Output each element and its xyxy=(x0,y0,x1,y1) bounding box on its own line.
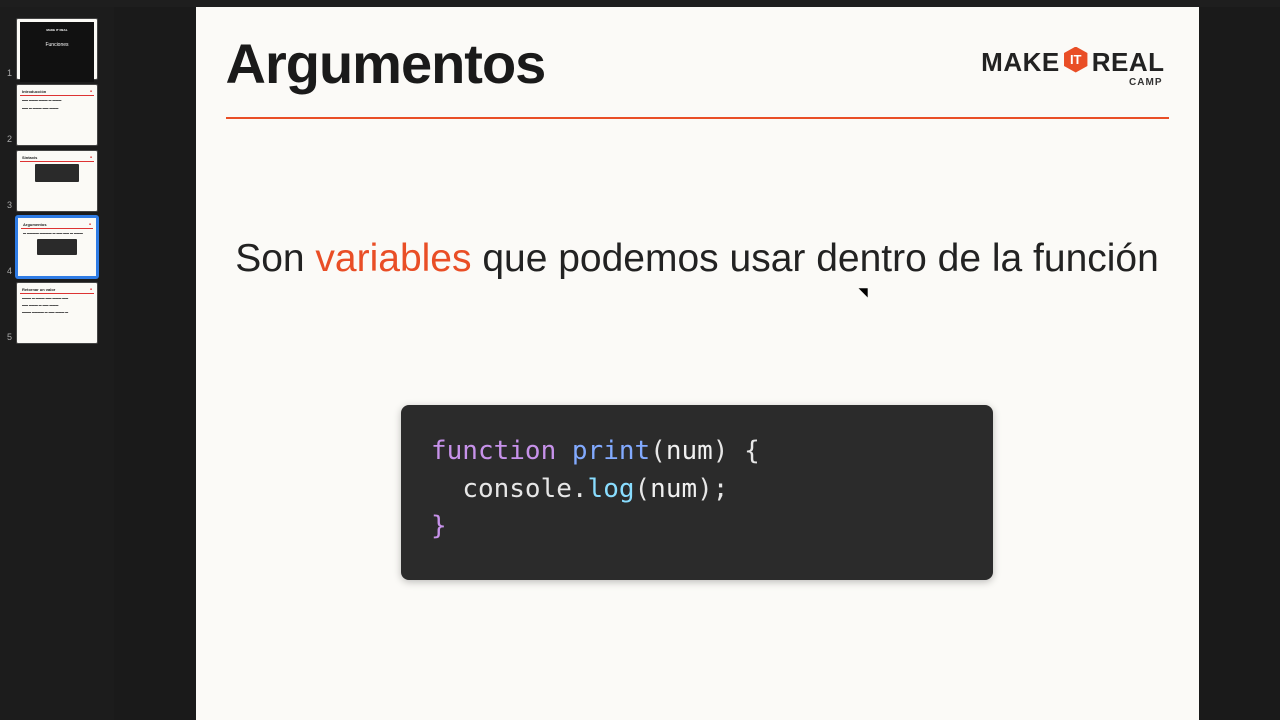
brand-logo: MAKE IT REAL CAMP xyxy=(981,47,1164,78)
mouse-cursor-icon: ◥ xyxy=(859,285,868,299)
current-slide[interactable]: Argumentos MAKE IT REAL CAMP Son variabl… xyxy=(196,7,1199,720)
slide-thumbnail-row[interactable]: 4 Argumentos■ ▬ ▬▬▬▬ ▬▬▬▬ ▬ ▬▬ ▬▬ ▬ ▬▬▬ xyxy=(0,215,114,279)
thumb-text: ▬▬ ▬▬▬ ▬▬▬ ▬ ▬▬▬ ▬▬ ▬ ▬▬▬ ▬▬ ▬▬▬ xyxy=(20,96,94,112)
code-block[interactable]: function print(num) { console.log(num); … xyxy=(401,405,993,580)
lead-post: que podemos usar dentro de la función xyxy=(472,237,1159,280)
slide-thumbnail-1[interactable]: MAKE IT REAL Funciones xyxy=(16,18,98,80)
slide-thumbnail-5[interactable]: Retornar un valor■ ▬▬▬ ▬ ▬▬▬ ▬▬ ▬▬▬ ▬▬ ▬… xyxy=(16,282,98,344)
slide-thumbnail-3[interactable]: Sintaxis■ xyxy=(16,150,98,212)
slide-thumbnail-4[interactable]: Argumentos■ ▬ ▬▬▬▬ ▬▬▬▬ ▬ ▬▬ ▬▬ ▬ ▬▬▬ xyxy=(16,216,98,278)
slide-thumbnail-2[interactable]: Introducción■ ▬▬ ▬▬▬ ▬▬▬ ▬ ▬▬▬ ▬▬ ▬ ▬▬▬ … xyxy=(16,84,98,146)
thumb-code-preview xyxy=(37,239,77,255)
slide-thumbnail-row[interactable]: 1 MAKE IT REAL Funciones xyxy=(0,17,114,81)
slide-number: 1 xyxy=(0,68,16,80)
slide-number: 4 xyxy=(0,266,16,278)
lead-text[interactable]: Son variables que podemos usar dentro de… xyxy=(196,237,1199,281)
brand-real: REAL xyxy=(1092,47,1165,78)
code-line-1: function print(num) { xyxy=(431,433,963,471)
slide-thumbnail-row[interactable]: 2 Introducción■ ▬▬ ▬▬▬ ▬▬▬ ▬ ▬▬▬ ▬▬ ▬ ▬▬… xyxy=(0,83,114,147)
brand-hex-icon: IT xyxy=(1063,47,1089,73)
brand-make: MAKE xyxy=(981,47,1060,78)
slide-number: 2 xyxy=(0,134,16,146)
brand-camp: CAMP xyxy=(1129,77,1162,88)
thumb-code-preview xyxy=(35,164,79,182)
thumb-text: ▬▬▬ ▬ ▬▬▬ ▬▬ ▬▬▬ ▬▬ ▬▬ ▬▬▬ ▬ ▬▬ ▬▬▬ ▬▬▬ … xyxy=(20,294,94,316)
thumb-title-text: Funciones xyxy=(22,42,92,48)
app-menubar[interactable] xyxy=(0,0,1280,7)
slide-canvas[interactable]: Argumentos MAKE IT REAL CAMP Son variabl… xyxy=(114,7,1280,720)
slide-thumbnail-row[interactable]: 3 Sintaxis■ xyxy=(0,149,114,213)
title-underline xyxy=(226,117,1169,119)
slide-number: 5 xyxy=(0,332,16,344)
slide-thumbnail-panel: 1 MAKE IT REAL Funciones 2 Introducción■… xyxy=(0,7,114,720)
slide-thumbnail-row[interactable]: 5 Retornar un valor■ ▬▬▬ ▬ ▬▬▬ ▬▬ ▬▬▬ ▬▬… xyxy=(0,281,114,345)
thumb-logo: MAKE IT REAL xyxy=(22,28,92,32)
lead-pre: Son xyxy=(235,237,315,280)
app-body: 1 MAKE IT REAL Funciones 2 Introducción■… xyxy=(0,7,1280,720)
code-line-3: } xyxy=(431,508,963,546)
slide-number: 3 xyxy=(0,200,16,212)
code-line-2: console.log(num); xyxy=(431,471,963,509)
slide-title[interactable]: Argumentos xyxy=(226,31,546,96)
lead-keyword: variables xyxy=(315,237,471,280)
